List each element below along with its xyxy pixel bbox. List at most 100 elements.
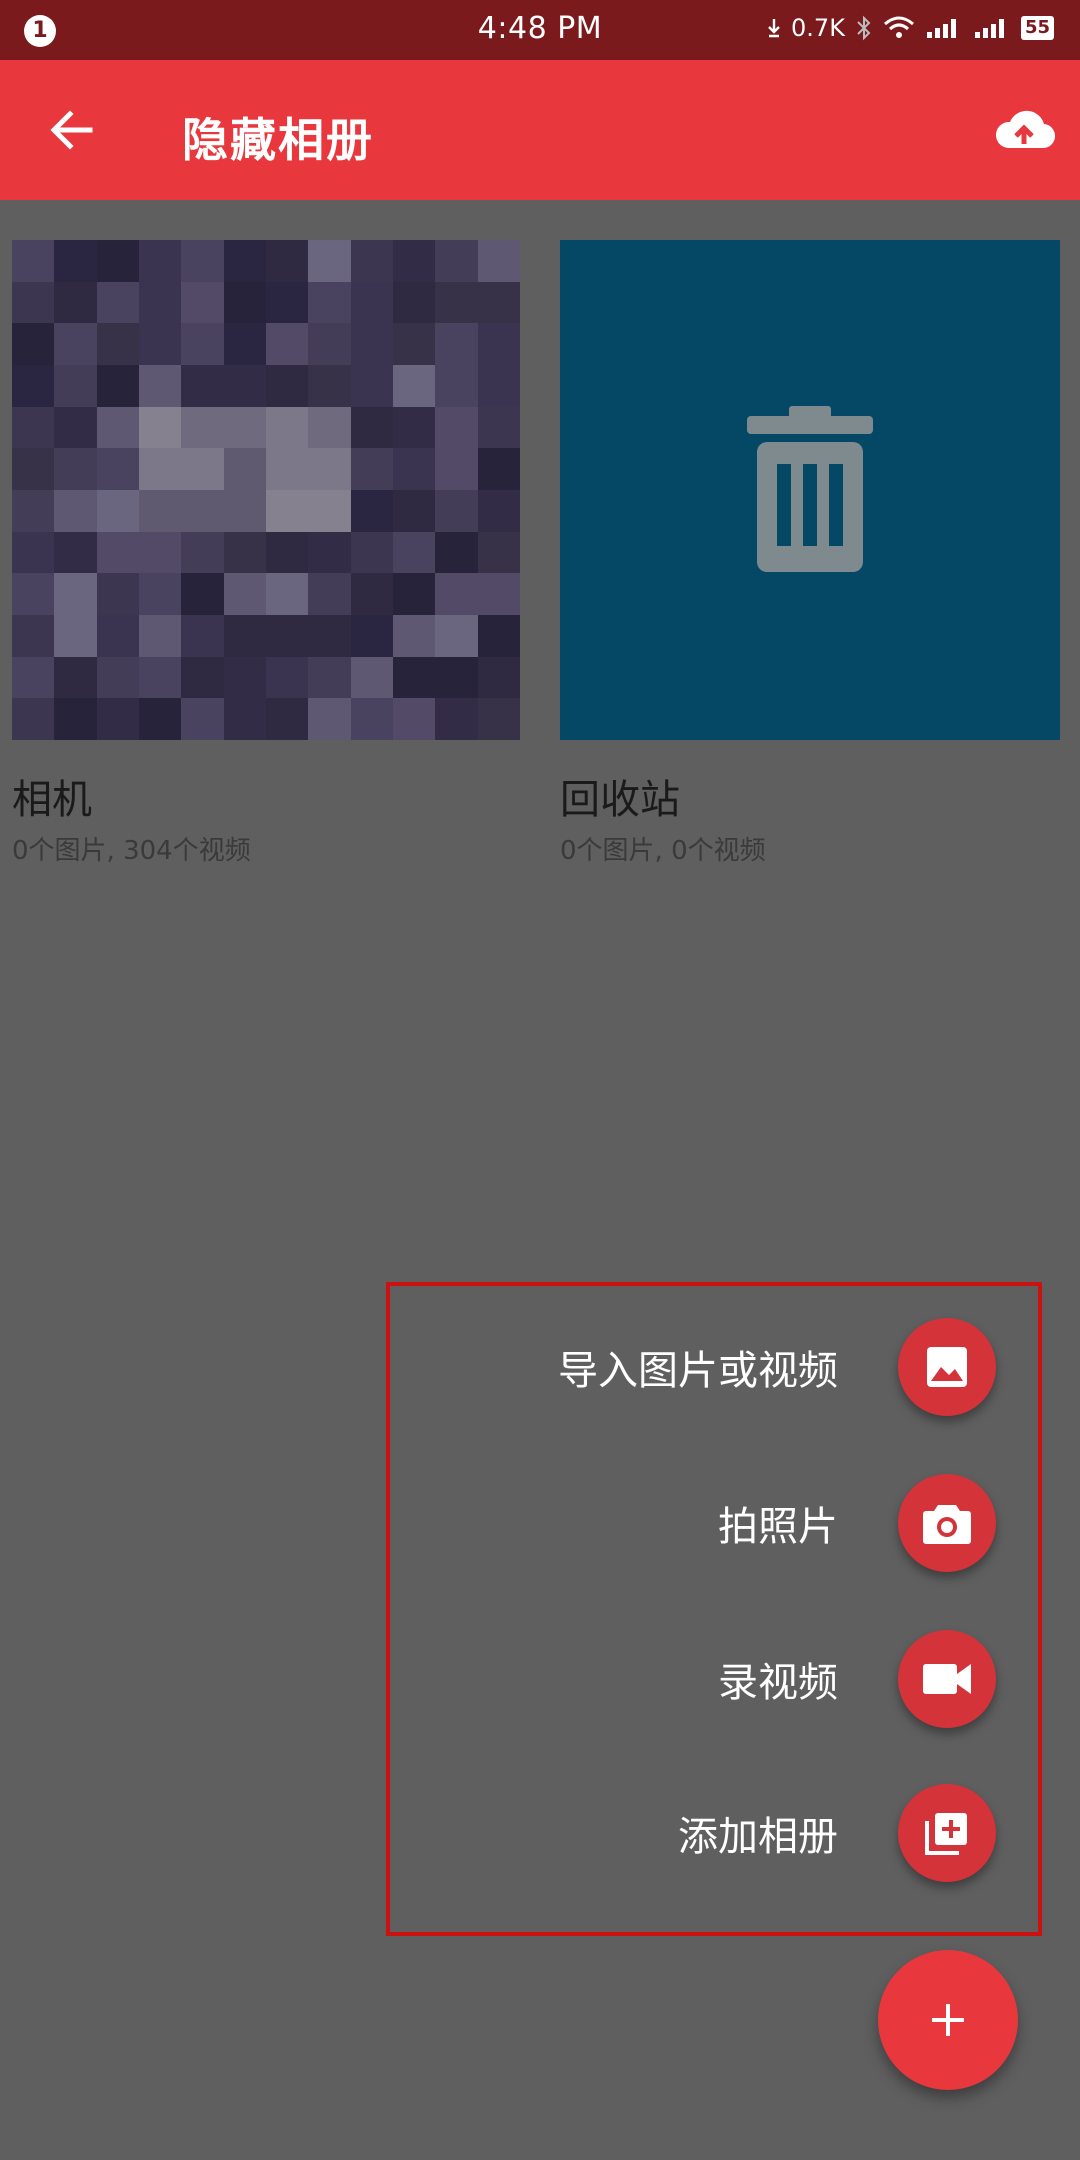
speed-dial-label: 添加相册 [678, 1814, 838, 1860]
thumbnail-pixel [265, 531, 309, 574]
thumbnail-pixel [477, 448, 520, 490]
thumbnail-pixel [350, 448, 393, 490]
videocam-icon[interactable] [898, 1630, 996, 1728]
image-icon[interactable] [898, 1318, 996, 1416]
thumbnail-pixel [96, 531, 139, 574]
speed-dial-item-import[interactable]: 导入图片或视频 [558, 1312, 1038, 1422]
thumbnail-pixel [350, 656, 393, 699]
thumbnail-pixel [392, 365, 436, 407]
thumbnail-pixel [54, 323, 97, 365]
thumbnail-pixel [138, 490, 182, 532]
album-camera[interactable]: 相机 0个图片, 304个视频 [12, 240, 520, 867]
album-recycle-bin[interactable]: 回收站 0个图片, 0个视频 [560, 240, 1068, 867]
thumbnail-pixel [265, 573, 309, 615]
thumbnail-pixel [96, 615, 139, 657]
thumbnail-pixel [223, 406, 266, 449]
thumbnail-pixel [181, 698, 224, 740]
thumbnail-pixel [265, 323, 309, 365]
arrow-left-icon[interactable] [42, 100, 102, 160]
plus-icon [932, 2004, 964, 2036]
thumbnail-pixel [350, 365, 393, 407]
trash-icon [747, 406, 873, 572]
thumbnail-pixel [308, 365, 351, 407]
thumbnail-pixel [223, 448, 266, 490]
thumbnail-pixel [138, 698, 182, 740]
thumbnail-pixel [350, 490, 393, 532]
thumbnail-pixel [223, 281, 266, 324]
thumbnail-pixel [350, 281, 393, 324]
thumbnail-pixel [96, 323, 139, 365]
thumbnail-pixel [54, 656, 97, 699]
thumbnail-pixel [223, 365, 266, 407]
thumbnail-pixel [265, 656, 309, 699]
thumbnail-pixel [181, 281, 224, 324]
thumbnail-pixel [181, 573, 224, 615]
thumbnail-pixel [435, 365, 478, 407]
app-bar: 隐藏相册 [0, 60, 1080, 200]
thumbnail-pixel [477, 531, 520, 574]
thumbnail-pixel [54, 240, 97, 282]
thumbnail-pixel [477, 573, 520, 615]
thumbnail-pixel [223, 240, 266, 282]
thumbnail-pixel [308, 323, 351, 365]
thumbnail-pixel [477, 656, 520, 699]
speed-dial-item-video[interactable]: 录视频 [718, 1624, 1038, 1734]
thumbnail-pixel [265, 490, 309, 532]
status-icons: 0.7K 55 [767, 14, 1054, 42]
album-meta: 0个图片, 0个视频 [560, 836, 766, 866]
thumbnail-pixel [435, 240, 478, 282]
thumbnail-pixel [477, 323, 520, 365]
speed-dial-item-photo[interactable]: 拍照片 [718, 1468, 1038, 1578]
thumbnail-pixel [477, 240, 520, 282]
thumbnail-pixel [265, 406, 309, 449]
thumbnail-pixel [12, 615, 55, 657]
thumbnail-pixel [392, 448, 436, 490]
page-title: 隐藏相册 [182, 113, 374, 167]
main-fab-button[interactable] [878, 1950, 1018, 2090]
thumbnail-pixel [308, 615, 351, 657]
thumbnail-pixel [477, 406, 520, 449]
signal-2-icon [973, 16, 1011, 40]
thumbnail-pixel [265, 448, 309, 490]
thumbnail-pixel [138, 323, 182, 365]
thumbnail-pixel [138, 531, 182, 574]
thumbnail-pixel [308, 240, 351, 282]
thumbnail-pixel [223, 698, 266, 740]
thumbnail-pixel [138, 240, 182, 282]
thumbnail-pixel [181, 240, 224, 282]
thumbnail-pixel [350, 573, 393, 615]
thumbnail-pixel [350, 406, 393, 449]
thumbnail-pixel [223, 656, 266, 699]
camera-icon[interactable] [898, 1474, 996, 1572]
thumbnail-pixel [181, 656, 224, 699]
speed-dial-item-add-album[interactable]: 添加相册 [678, 1778, 1038, 1888]
thumbnail-pixel [265, 615, 309, 657]
thumbnail-pixel [265, 240, 309, 282]
thumbnail-pixel [392, 406, 436, 449]
thumbnail-pixel [96, 365, 139, 407]
thumbnail-pixel [435, 531, 478, 574]
thumbnail-pixel [392, 656, 436, 699]
add-album-icon[interactable] [898, 1784, 996, 1882]
album-thumbnail [12, 240, 520, 740]
thumbnail-pixel [12, 656, 55, 699]
thumbnail-pixel [138, 615, 182, 657]
thumbnail-pixel [392, 531, 436, 574]
thumbnail-pixel [392, 698, 436, 740]
thumbnail-pixel [54, 448, 97, 490]
wifi-icon [883, 16, 915, 40]
thumbnail-pixel [350, 531, 393, 574]
thumbnail-pixel [138, 406, 182, 449]
thumbnail-pixel [223, 323, 266, 365]
thumbnail-pixel [12, 573, 55, 615]
bluetooth-icon [855, 15, 873, 41]
thumbnail-pixel [181, 365, 224, 407]
thumbnail-pixel [96, 573, 139, 615]
cloud-upload-icon[interactable] [992, 100, 1056, 164]
thumbnail-pixel [392, 323, 436, 365]
thumbnail-pixel [435, 406, 478, 449]
thumbnail-pixel [477, 281, 520, 324]
thumbnail-pixel [392, 240, 436, 282]
thumbnail-pixel [265, 281, 309, 324]
thumbnail-pixel [96, 240, 139, 282]
